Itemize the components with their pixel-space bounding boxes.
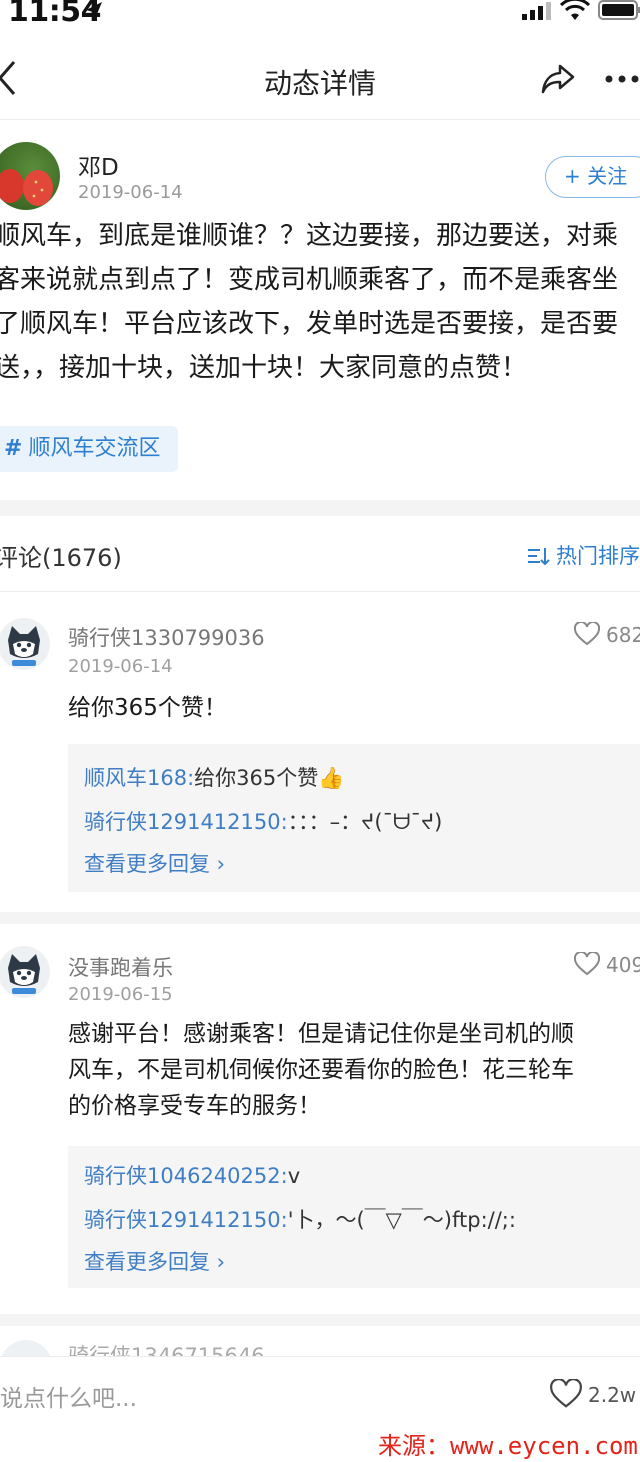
post-like-button[interactable]: 2.2w — [550, 1378, 637, 1409]
reply-item[interactable]: 骑行侠1291412150:：：：–：ᔪ(¯ᗨ¯ᔪ) — [84, 806, 442, 836]
post-body: 顺风车，到底是谁顺谁？？这边要接，那边要送，对乘 客来说就点到点了！变成司机顺乘… — [0, 214, 640, 390]
nav-bar: 动态详情 — [0, 36, 640, 120]
author-name[interactable]: 邓D — [78, 148, 119, 182]
comment-item: 没事跑着乐 2019-06-15 409 感谢平台！感谢乘客！但是请记住你是坐司… — [0, 924, 640, 1314]
comment-date: 2019-06-14 — [68, 656, 173, 677]
reply-text: ：：：–：ᔪ(¯ᗨ¯ᔪ) — [287, 810, 443, 834]
post-like-count: 2.2w — [588, 1383, 637, 1407]
comments-header: 评论(1676) 热门排序 — [0, 516, 640, 592]
location-arrow-icon — [86, 2, 102, 19]
view-more-replies-link[interactable]: 查看更多回复 › — [84, 848, 225, 878]
cellular-signal-icon — [522, 2, 551, 20]
comment-text-line: 的价格享受专车的服务！ — [68, 1093, 321, 1119]
comment-date: 2019-06-15 — [68, 984, 173, 1005]
comment-text-line: 风车，不是司机伺候你还要看你的脸色！花三轮车 — [68, 1057, 574, 1083]
follow-button[interactable]: + 关注 — [545, 156, 640, 198]
reply-user[interactable]: 顺风车168: — [84, 766, 194, 790]
comment-text-line: 给你365个赞！ — [68, 695, 227, 721]
share-icon[interactable] — [540, 62, 576, 96]
more-icon[interactable] — [604, 74, 640, 84]
reply-box: 骑行侠1046240252:v 骑行侠1291412150:'卜，～(￣▽￣～)… — [68, 1146, 640, 1288]
commenter-name[interactable]: 骑行侠1346715646 — [68, 1340, 265, 1356]
like-count: 409 — [606, 953, 640, 977]
like-count: 682 — [606, 623, 640, 647]
comment-item: 骑行侠1330799036 2019-06-14 682 给你365个赞！ 顺风… — [0, 592, 640, 908]
reply-text: '卜，～(￣▽￣～)ftp://;: — [287, 1208, 516, 1232]
reply-item[interactable]: 顺风车168:给你365个赞👍 — [84, 762, 344, 792]
comments-count: 评论(1676) — [0, 544, 122, 572]
commenter-avatar[interactable] — [0, 1340, 52, 1356]
heart-icon — [573, 950, 601, 976]
sort-icon — [528, 548, 550, 565]
status-bar: 11:54 — [0, 0, 640, 30]
wifi-icon — [560, 0, 590, 20]
reply-text: 给你365个赞👍 — [194, 766, 345, 790]
heart-icon — [550, 1378, 582, 1408]
heart-icon — [573, 620, 601, 646]
comment-item-partial: 骑行侠1346715646 — [0, 1336, 640, 1356]
reply-user[interactable]: 骑行侠1046240252: — [84, 1164, 288, 1188]
post-text-line: 顺风车，到底是谁顺谁？？这边要接，那边要送，对乘 — [0, 221, 619, 251]
reply-text: v — [287, 1164, 301, 1188]
post-date: 2019-06-14 — [78, 182, 183, 203]
sort-label: 热门排序 — [556, 544, 640, 568]
comment-input[interactable]: 说点什么吧... — [0, 1379, 137, 1413]
commenter-name[interactable]: 骑行侠1330799036 — [68, 622, 265, 652]
source-watermark: 来源：www.eycen.com — [378, 1432, 638, 1460]
comment-text: 感谢平台！感谢乘客！但是请记住你是坐司机的顺 风车，不是司机伺候你还要看你的脸色… — [68, 1016, 640, 1124]
hashtag-icon: # — [4, 436, 23, 461]
comment-divider — [0, 912, 640, 924]
reply-item[interactable]: 骑行侠1291412150:'卜，～(￣▽￣～)ftp://;: — [84, 1204, 516, 1234]
section-divider — [0, 500, 640, 516]
reply-item[interactable]: 骑行侠1046240252:v — [84, 1160, 300, 1190]
comment-text-line: 感谢平台！感谢乘客！但是请记住你是坐司机的顺 — [68, 1021, 574, 1047]
commenter-avatar[interactable] — [0, 946, 50, 998]
topic-tag[interactable]: # 顺风车交流区 — [0, 426, 178, 472]
sort-button[interactable]: 热门排序 — [528, 540, 640, 570]
comment-divider — [0, 1314, 640, 1326]
commenter-name[interactable]: 没事跑着乐 — [68, 952, 173, 982]
battery-icon — [598, 0, 640, 20]
post-text-line: 客来说就点到点了！变成司机顺乘客了，而不是乘客坐 — [0, 265, 619, 295]
topic-tag-label: 顺风车交流区 — [28, 436, 161, 461]
reply-box: 顺风车168:给你365个赞👍 骑行侠1291412150:：：：–：ᔪ(¯ᗨ¯… — [68, 744, 640, 892]
author-avatar[interactable] — [0, 142, 60, 210]
like-button[interactable]: 409 — [573, 950, 640, 977]
post-text-line: 送，，接加十块，送加十块！大家同意的点赞！ — [0, 353, 528, 383]
reply-user[interactable]: 骑行侠1291412150: — [84, 810, 288, 834]
view-more-replies-link[interactable]: 查看更多回复 › — [84, 1246, 225, 1276]
commenter-avatar[interactable] — [0, 618, 50, 670]
like-button[interactable]: 682 — [573, 620, 640, 647]
comment-text: 给你365个赞！ — [68, 690, 640, 726]
post-text-line: 了顺风车！平台应该改下，发单时选是否要接，是否要 — [0, 309, 619, 339]
reply-user[interactable]: 骑行侠1291412150: — [84, 1208, 288, 1232]
